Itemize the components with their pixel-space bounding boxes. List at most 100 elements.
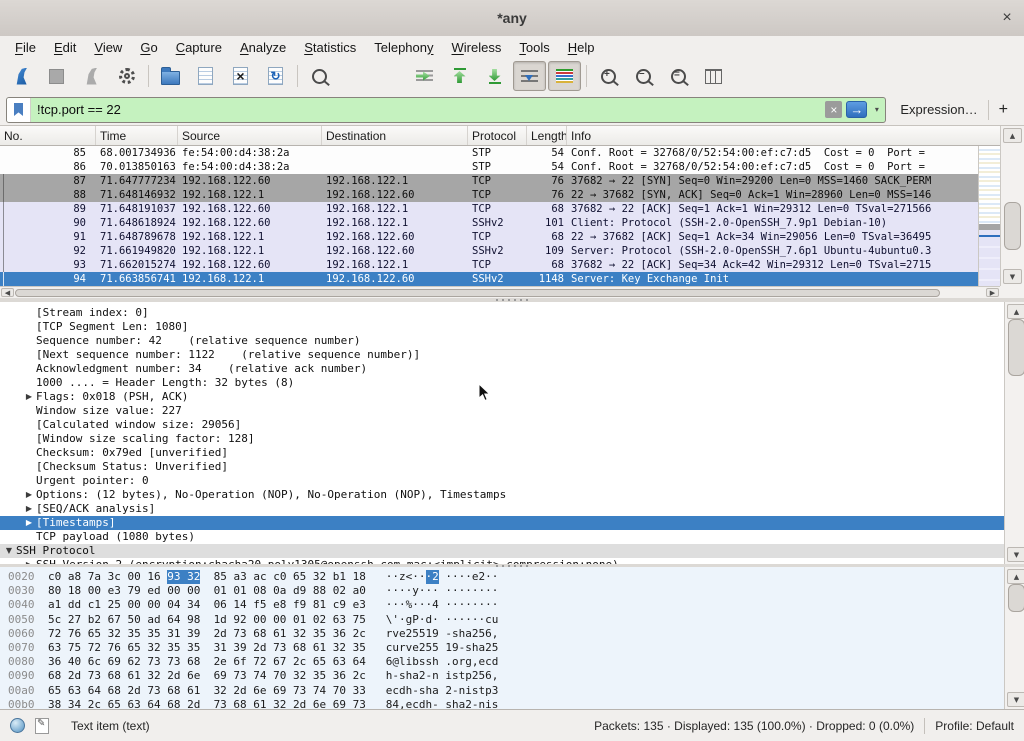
column-header-no[interactable]: No.: [0, 126, 96, 145]
menu-go[interactable]: Go: [131, 38, 166, 57]
ascii-bytes[interactable]: ecdh-sha 2-nistp3: [386, 684, 499, 698]
detail-row-10[interactable]: Checksum: 0x79ed [unverified]: [0, 446, 1004, 460]
ascii-bytes[interactable]: ··z<··: [386, 570, 426, 584]
filter-clear-button[interactable]: ×: [825, 101, 842, 118]
menu-edit[interactable]: Edit: [45, 38, 85, 57]
hex-row-0030[interactable]: 003080 18 00 e3 79 ed 00 00 01 01 08 0a …: [8, 584, 1004, 598]
filter-bookmark-button[interactable]: [7, 98, 31, 122]
menu-wireless[interactable]: Wireless: [443, 38, 511, 57]
detail-row-7[interactable]: Window size value: 227: [0, 404, 1004, 418]
menu-analyze[interactable]: Analyze: [231, 38, 295, 57]
status-profile[interactable]: Profile: Default: [935, 719, 1014, 733]
detail-row-16[interactable]: TCP payload (1080 bytes): [0, 530, 1004, 544]
detail-row-15[interactable]: ▶[Timestamps]: [0, 516, 1004, 530]
stop-capture-button[interactable]: [40, 61, 73, 91]
expander-right-icon[interactable]: ▶: [22, 502, 36, 516]
menu-view[interactable]: View: [85, 38, 131, 57]
details-scroll-down-icon[interactable]: ▼: [1007, 547, 1024, 562]
resize-columns-button[interactable]: [697, 61, 730, 91]
column-header-time[interactable]: Time: [96, 126, 178, 145]
hex-bytes[interactable]: 36 40 6c 69 62 73 73 68 2e 6f 72 67 2c 6…: [48, 655, 386, 669]
menu-file[interactable]: File: [6, 38, 45, 57]
expander-right-icon[interactable]: ▶: [22, 390, 36, 404]
ascii-bytes[interactable]: h-sha2-n istp256,: [386, 669, 499, 683]
packet-row-93[interactable]: 9371.662015274192.168.122.60192.168.122.…: [0, 258, 978, 272]
auto-scroll-button[interactable]: [513, 61, 546, 91]
display-filter-input[interactable]: [31, 98, 825, 122]
detail-row-11[interactable]: [Checksum Status: Unverified]: [0, 460, 1004, 474]
expander-right-icon[interactable]: ▶: [22, 488, 36, 502]
details-vscroll-thumb[interactable]: [1008, 319, 1024, 376]
hex-bytes[interactable]: 63 75 72 76 65 32 35 35 31 39 2d 73 68 6…: [48, 641, 386, 655]
column-header-info[interactable]: Info: [567, 126, 1024, 145]
hex-row-0020[interactable]: 0020c0 a8 7a 3c 00 16 93 32 85 a3 ac c0 …: [8, 570, 1004, 584]
find-packet-button[interactable]: [303, 61, 336, 91]
scroll-down-icon[interactable]: ▼: [1003, 269, 1022, 284]
hex-bytes[interactable]: 65 63 64 68 2d 73 68 61 32 2d 6e 69 73 7…: [48, 684, 386, 698]
hex-row-0070[interactable]: 007063 75 72 76 65 32 35 35 31 39 2d 73 …: [8, 641, 1004, 655]
scroll-left-icon[interactable]: ◀: [1, 288, 14, 297]
go-forward-button[interactable]: [373, 61, 406, 91]
column-header-protocol[interactable]: Protocol: [468, 126, 527, 145]
packet-row-94[interactable]: 9471.663856741192.168.122.1192.168.122.6…: [0, 272, 978, 286]
go-back-button[interactable]: [338, 61, 371, 91]
hex-bytes[interactable]: 85 a3 ac c0 65 32 b1 18: [200, 570, 385, 584]
bytes-vscroll-thumb[interactable]: [1008, 584, 1024, 612]
go-to-packet-button[interactable]: [408, 61, 441, 91]
hex-bytes[interactable]: 5c 27 b2 67 50 ad 64 98 1d 92 00 00 01 0…: [48, 613, 386, 627]
packet-row-89[interactable]: 8971.648191037192.168.122.60192.168.122.…: [0, 202, 978, 216]
packet-row-90[interactable]: 9071.648618924192.168.122.60192.168.122.…: [0, 216, 978, 230]
detail-row-14[interactable]: ▶[SEQ/ACK analysis]: [0, 502, 1004, 516]
hex-bytes[interactable]: 68 2d 73 68 61 32 2d 6e 69 73 74 70 32 3…: [48, 669, 386, 683]
ascii-bytes[interactable]: rve25519 -sha256,: [386, 627, 499, 641]
detail-row-3[interactable]: [Next sequence number: 1122 (relative se…: [0, 348, 1004, 362]
ascii-bytes[interactable]: ···%···4 ········: [386, 598, 499, 612]
expander-down-icon[interactable]: ▼: [2, 544, 16, 558]
column-header-source[interactable]: Source: [178, 126, 322, 145]
hex-bytes[interactable]: 72 76 65 32 35 35 31 39 2d 73 68 61 32 3…: [48, 627, 386, 641]
packet-list-hscrollbar[interactable]: ◀ ▶: [0, 286, 1000, 298]
hex-row-00a0[interactable]: 00a065 63 64 68 2d 73 68 61 32 2d 6e 69 …: [8, 684, 1004, 698]
hex-bytes[interactable]: c0 a8 7a 3c 00 16: [48, 570, 167, 584]
hex-row-0040[interactable]: 0040a1 dd c1 25 00 00 04 34 06 14 f5 e8 …: [8, 598, 1004, 612]
packet-list-minimap[interactable]: [978, 146, 1000, 286]
ascii-bytes[interactable]: \'·gP·d· ······cu: [386, 613, 499, 627]
detail-row-1[interactable]: [TCP Segment Len: 1080]: [0, 320, 1004, 334]
scroll-right-icon[interactable]: ▶: [986, 288, 999, 297]
ascii-bytes[interactable]: 6@libssh .org,ecd: [386, 655, 499, 669]
zoom-reset-button[interactable]: [662, 61, 695, 91]
restart-capture-button[interactable]: [75, 61, 108, 91]
detail-row-8[interactable]: [Calculated window size: 29056]: [0, 418, 1004, 432]
add-filter-button[interactable]: +: [989, 101, 1018, 119]
packet-list-vscroll-thumb[interactable]: [1004, 202, 1021, 250]
column-header-destination[interactable]: Destination: [322, 126, 468, 145]
display-filter-field[interactable]: × → ▾: [6, 97, 886, 123]
hex-row-0060[interactable]: 006072 76 65 32 35 35 31 39 2d 73 68 61 …: [8, 627, 1004, 641]
details-scroll-up-icon[interactable]: ▲: [1007, 304, 1024, 319]
expression-button[interactable]: Expression…: [886, 102, 987, 117]
detail-row-12[interactable]: Urgent pointer: 0: [0, 474, 1004, 488]
expert-info-icon[interactable]: [10, 718, 25, 733]
column-header-length[interactable]: Length: [527, 126, 567, 145]
ascii-bytes[interactable]: 84,ecdh- sha2-nis: [386, 698, 499, 709]
detail-row-17[interactable]: ▼SSH Protocol: [0, 544, 1004, 558]
hex-row-0050[interactable]: 00505c 27 b2 67 50 ad 64 98 1d 92 00 00 …: [8, 613, 1004, 627]
packet-row-92[interactable]: 9271.661949820192.168.122.1192.168.122.6…: [0, 244, 978, 258]
bytes-vscrollbar[interactable]: ▲ ▼: [1004, 567, 1024, 709]
menu-tools[interactable]: Tools: [510, 38, 558, 57]
packet-row-85[interactable]: 8568.001734936fe:54:00:d4:38:2aSTP54Conf…: [0, 146, 978, 160]
packet-row-87[interactable]: 8771.647777234192.168.122.60192.168.122.…: [0, 174, 978, 188]
capture-comment-icon[interactable]: [35, 718, 49, 734]
detail-row-5[interactable]: 1000 .... = Header Length: 32 bytes (8): [0, 376, 1004, 390]
filter-apply-button[interactable]: →: [846, 101, 867, 118]
start-capture-button[interactable]: [5, 61, 38, 91]
go-first-button[interactable]: [443, 61, 476, 91]
bytes-scroll-up-icon[interactable]: ▲: [1007, 569, 1024, 584]
menu-help[interactable]: Help: [559, 38, 604, 57]
hex-row-0080[interactable]: 008036 40 6c 69 62 73 73 68 2e 6f 72 67 …: [8, 655, 1004, 669]
bytes-scroll-down-icon[interactable]: ▼: [1007, 692, 1024, 707]
ascii-highlight[interactable]: ·2: [426, 570, 439, 584]
detail-row-6[interactable]: ▶Flags: 0x018 (PSH, ACK): [0, 390, 1004, 404]
hex-row-00b0[interactable]: 00b038 34 2c 65 63 64 68 2d 73 68 61 32 …: [8, 698, 1004, 709]
detail-row-13[interactable]: ▶Options: (12 bytes), No-Operation (NOP)…: [0, 488, 1004, 502]
